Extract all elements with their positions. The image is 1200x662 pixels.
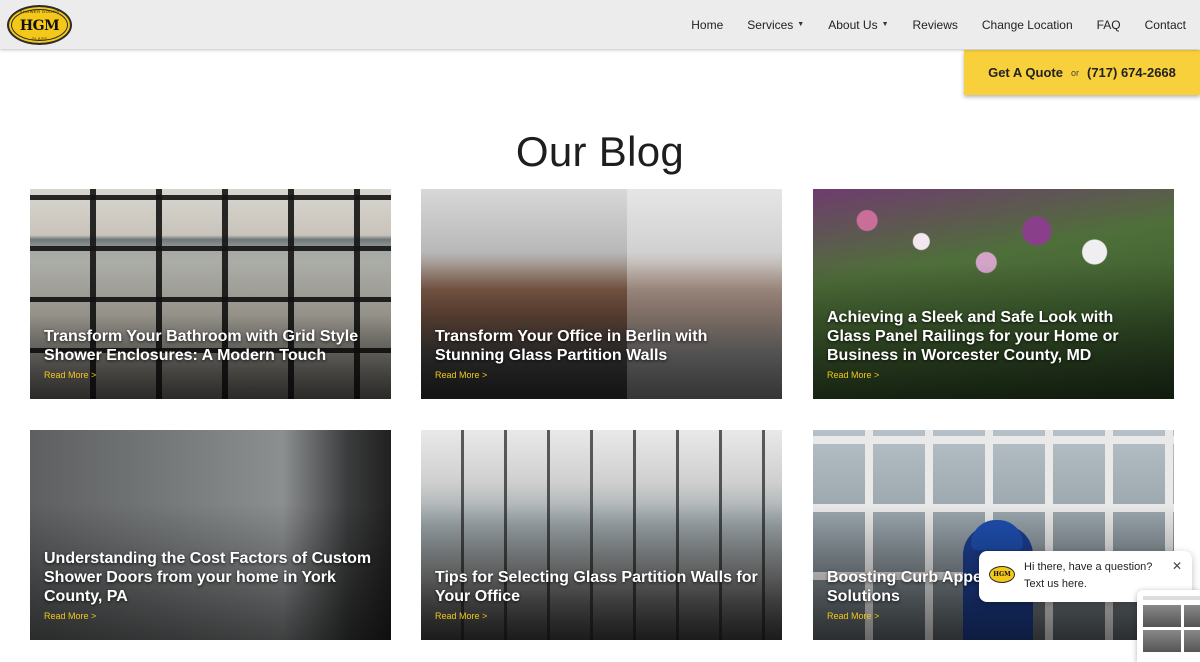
read-more-link[interactable]: Read More > xyxy=(827,611,879,621)
nav-contact-label: Contact xyxy=(1144,17,1186,32)
read-more-link[interactable]: Read More > xyxy=(435,611,487,621)
chat-subtext: Text us here. xyxy=(1024,578,1087,590)
nav-about-us-label: About Us xyxy=(828,17,878,32)
site-header: SHOWER DOORS HGM GLASS Home Services ▼ Ab… xyxy=(0,0,1200,49)
read-more-link[interactable]: Read More > xyxy=(44,370,96,380)
nav-faq-label: FAQ xyxy=(1096,17,1121,32)
blog-card-title[interactable]: Transform Your Office in Berlin with Stu… xyxy=(435,327,768,365)
thumb-bar xyxy=(1143,596,1200,600)
blog-card-text: Transform Your Bathroom with Grid Style … xyxy=(44,327,377,383)
blog-card[interactable]: Transform Your Bathroom with Grid Style … xyxy=(30,189,391,399)
main-nav: Home Services ▼ About Us ▼ Reviews Change … xyxy=(667,0,1186,49)
nav-home[interactable]: Home xyxy=(691,18,723,32)
nav-services[interactable]: Services ▼ xyxy=(747,18,804,32)
nav-reviews[interactable]: Reviews xyxy=(913,18,958,32)
blog-card[interactable]: Tips for Selecting Glass Partition Walls… xyxy=(421,430,782,640)
thumb-cell xyxy=(1143,605,1181,627)
read-more-link[interactable]: Read More > xyxy=(44,611,96,621)
chevron-down-icon: ▼ xyxy=(797,21,805,28)
blog-card[interactable]: Boosting Curb Appe Solutions Read More > xyxy=(813,430,1174,640)
get-a-quote-button[interactable]: Get A Quote xyxy=(988,65,1063,80)
thumb-cell xyxy=(1184,605,1200,627)
page-title: Our Blog xyxy=(515,128,685,175)
blog-card[interactable]: Transform Your Office in Berlin with Stu… xyxy=(421,189,782,399)
blog-card-title[interactable]: Understanding the Cost Factors of Custom… xyxy=(44,549,377,606)
read-more-link[interactable]: Read More > xyxy=(827,370,879,380)
chevron-down-icon: ▼ xyxy=(881,21,889,28)
chat-greeting: Hi there, have a question? xyxy=(1024,561,1153,573)
blog-card[interactable]: Achieving a Sleek and Safe Look with Gla… xyxy=(813,189,1174,399)
blog-card-title-line1: Boosting Curb Appe xyxy=(827,569,982,586)
thumb-cell xyxy=(1184,630,1200,652)
thumb-cell xyxy=(1143,630,1181,652)
logo-text: HGM xyxy=(19,18,60,34)
blog-card-text: Transform Your Office in Berlin with Stu… xyxy=(435,327,768,383)
nav-faq[interactable]: FAQ xyxy=(1097,18,1121,32)
blog-card-title[interactable]: Tips for Selecting Glass Partition Walls… xyxy=(435,568,768,606)
hgm-logo[interactable]: SHOWER DOORS HGM GLASS xyxy=(7,5,72,45)
phone-link[interactable]: (717) 674-2668 xyxy=(1087,65,1176,80)
close-icon[interactable]: ✕ xyxy=(1172,559,1182,573)
thumb-row xyxy=(1143,605,1200,627)
blog-card-title[interactable]: Achieving a Sleek and Safe Look with Gla… xyxy=(827,308,1160,365)
read-more-link[interactable]: Read More > xyxy=(435,370,487,380)
blog-card-text: Understanding the Cost Factors of Custom… xyxy=(44,549,377,624)
nav-home-label: Home xyxy=(691,17,724,32)
nav-change-location[interactable]: Change Location xyxy=(982,18,1073,32)
nav-contact[interactable]: Contact xyxy=(1145,18,1186,32)
blog-card[interactable]: Understanding the Cost Factors of Custom… xyxy=(30,430,391,640)
blog-card-title[interactable]: Transform Your Bathroom with Grid Style … xyxy=(44,327,377,365)
nav-reviews-label: Reviews xyxy=(912,17,958,32)
nav-about-us[interactable]: About Us ▼ xyxy=(828,18,888,32)
get-quote-bar: Get A Quote or (717) 674-2668 xyxy=(964,50,1200,95)
chat-widget-preview[interactable] xyxy=(1137,590,1200,662)
blog-card-text: Achieving a Sleek and Safe Look with Gla… xyxy=(827,308,1160,383)
blog-card-text: Tips for Selecting Glass Partition Walls… xyxy=(435,568,768,624)
logo-arc-top: SHOWER DOORS xyxy=(19,9,60,14)
nav-services-label: Services xyxy=(747,17,794,32)
logo-arc-bottom: GLASS xyxy=(31,36,48,41)
quote-or-text: or xyxy=(1070,67,1079,78)
blog-card-title-line2: Solutions xyxy=(827,588,900,605)
chat-logo: HGM xyxy=(989,566,1015,583)
thumb-row xyxy=(1143,630,1200,652)
nav-change-location-label: Change Location xyxy=(981,17,1073,32)
